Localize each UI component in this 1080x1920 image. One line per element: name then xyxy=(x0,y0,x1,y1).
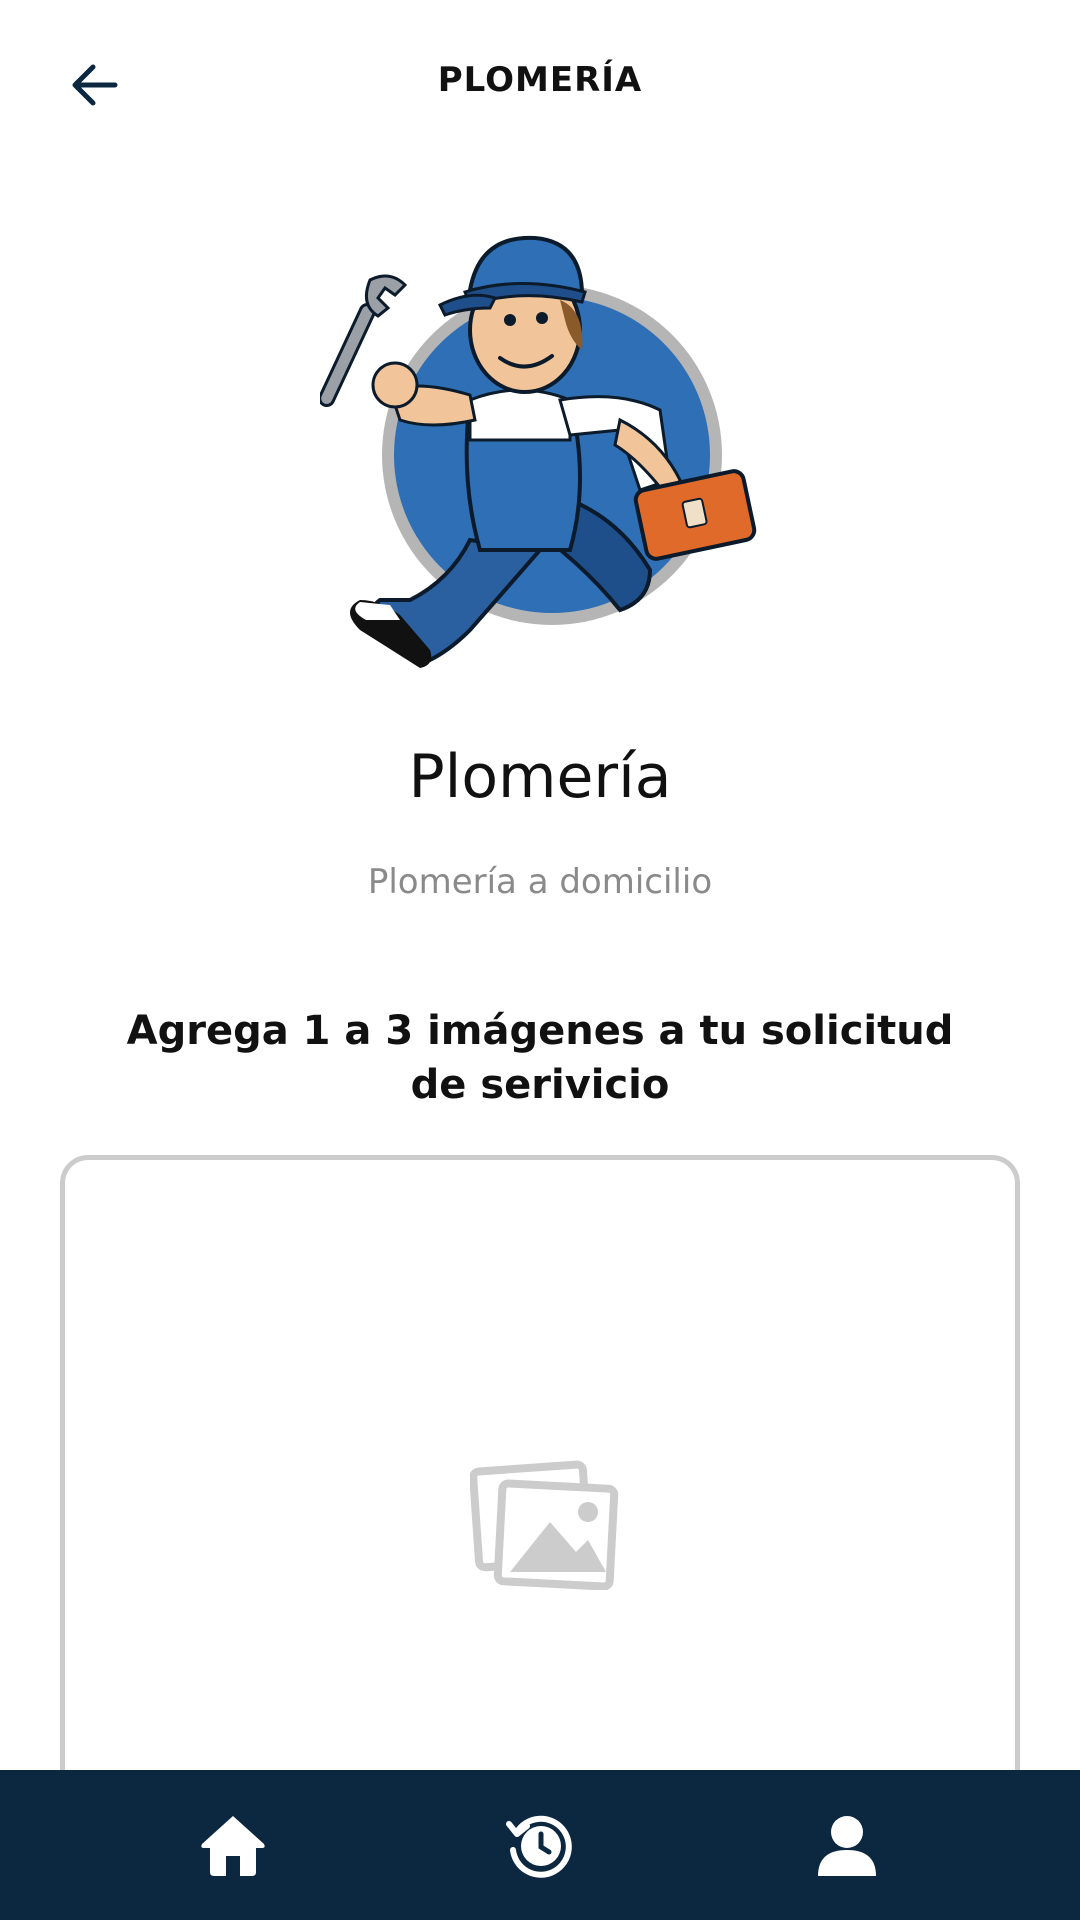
app-header: PLOMERÍA xyxy=(0,0,1080,170)
service-title: Plomería xyxy=(408,742,672,812)
bottom-navigation xyxy=(0,1770,1080,1920)
home-icon xyxy=(201,1816,265,1876)
service-subtitle: Plomería a domicilio xyxy=(367,862,713,902)
nav-history[interactable] xyxy=(485,1790,595,1900)
history-icon xyxy=(505,1815,572,1878)
plumber-mascot-illustration xyxy=(320,235,757,668)
image-upload-area[interactable] xyxy=(60,1155,1020,1795)
nav-home[interactable] xyxy=(178,1790,288,1900)
nav-profile[interactable] xyxy=(792,1790,902,1900)
upload-instructions: Agrega 1 a 3 imágenes a tu solicitud de … xyxy=(126,1008,954,1108)
image-gallery-icon xyxy=(470,1460,619,1590)
profile-icon xyxy=(817,1816,876,1876)
page-title: PLOMERÍA xyxy=(437,60,643,100)
